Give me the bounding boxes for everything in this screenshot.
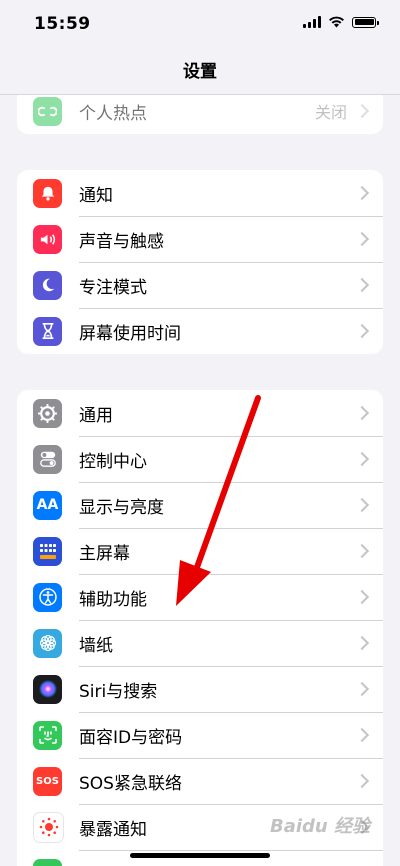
settings-row-label: 显示与亮度 — [79, 497, 164, 518]
cellular-signal-icon — [303, 16, 321, 28]
chevron-right-icon — [354, 543, 370, 559]
chevron-right-icon — [354, 635, 370, 651]
settings-row-label: 面容ID与密码 — [79, 727, 183, 748]
settings-row-label: 暴露通知 — [79, 819, 147, 840]
text-size-icon: AA — [33, 490, 62, 520]
group-notifications: 通知 声音与触感 专注模式 屏幕使用时间 — [17, 170, 383, 354]
settings-row-notifications[interactable]: 通知 — [17, 170, 383, 216]
settings-row-home-screen[interactable]: 主屏幕 — [17, 528, 383, 574]
chevron-right-icon — [354, 277, 370, 293]
chevron-right-icon — [354, 323, 370, 339]
status-icons — [303, 16, 379, 28]
group-general: 通用 控制中心 AA 显示与亮度 主屏幕 辅助功能 墙纸 Siri与搜索 面容I… — [17, 390, 383, 866]
moon-icon — [33, 270, 62, 300]
status-time: 15:59 — [34, 14, 91, 34]
chevron-right-icon — [354, 589, 370, 605]
settings-row-general[interactable]: 通用 — [17, 390, 383, 436]
page-title: 设置 — [183, 62, 217, 82]
chevron-right-icon — [354, 185, 370, 201]
settings-row-value: 关闭 — [314, 103, 347, 122]
settings-row-label: SOS紧急联络 — [79, 773, 182, 794]
exposure-icon — [33, 811, 64, 843]
wifi-icon — [329, 16, 344, 28]
settings-row-sounds[interactable]: 声音与触感 — [17, 216, 383, 262]
watermark: Baidu 经验 — [269, 816, 370, 837]
home-indicator[interactable] — [130, 853, 270, 858]
settings-row-label: 专注模式 — [79, 277, 147, 298]
settings-row-display[interactable]: AA 显示与亮度 — [17, 482, 383, 528]
chevron-right-icon — [354, 405, 370, 421]
status-bar: 15:59 — [0, 0, 400, 50]
settings-row-accessibility[interactable]: 辅助功能 — [17, 574, 383, 620]
chevron-right-icon — [354, 773, 370, 789]
chevron-right-icon — [354, 727, 370, 743]
settings-row-label: 墙纸 — [79, 635, 113, 656]
settings-row-screen-time[interactable]: 屏幕使用时间 — [17, 308, 383, 354]
settings-row-label: Siri与搜索 — [79, 681, 158, 702]
gear-icon — [33, 398, 62, 428]
settings-row-wallpaper[interactable]: 墙纸 — [17, 620, 383, 666]
home-grid-icon — [33, 536, 62, 566]
hourglass-icon — [33, 316, 62, 346]
face-id-icon — [33, 720, 62, 750]
settings-row-focus[interactable]: 专注模式 — [17, 262, 383, 308]
settings-row-label: 主屏幕 — [79, 543, 130, 564]
next-item-icon — [33, 858, 62, 866]
chevron-right-icon — [354, 497, 370, 513]
nav-bar: 设置 — [0, 50, 400, 95]
hotspot-icon — [33, 96, 62, 126]
chevron-right-icon — [354, 103, 370, 119]
accessibility-icon — [33, 582, 62, 612]
settings-row-label: 个人热点 — [79, 103, 147, 124]
chevron-right-icon — [354, 681, 370, 697]
bell-icon — [33, 178, 62, 208]
flower-icon — [33, 628, 62, 658]
settings-row-label: 通知 — [79, 185, 113, 206]
settings-screen: 15:59 设置 个人热点 关闭 通知 声音与触感 专注模式 屏幕使用时间 通用… — [0, 0, 400, 866]
chevron-right-icon — [354, 231, 370, 247]
settings-row-label: 辅助功能 — [79, 589, 147, 610]
siri-icon — [33, 674, 62, 704]
settings-row-face-id[interactable]: 面容ID与密码 — [17, 712, 383, 758]
toggles-icon — [33, 444, 62, 474]
settings-row-siri[interactable]: Siri与搜索 — [17, 666, 383, 712]
settings-row-label: 屏幕使用时间 — [79, 323, 181, 344]
sos-icon: SOS — [33, 766, 62, 796]
settings-row-label: 控制中心 — [79, 451, 147, 472]
settings-row-label: 通用 — [79, 405, 113, 426]
settings-row-sos[interactable]: SOS SOS紧急联络 — [17, 758, 383, 804]
battery-icon — [352, 16, 379, 28]
speaker-icon — [33, 224, 62, 254]
settings-row-control-center[interactable]: 控制中心 — [17, 436, 383, 482]
chevron-right-icon — [354, 451, 370, 467]
settings-row-label: 声音与触感 — [79, 231, 164, 252]
